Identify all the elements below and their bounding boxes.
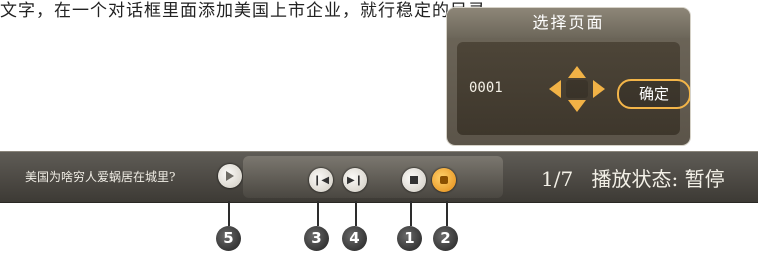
callout-line-1 bbox=[410, 201, 412, 226]
status-label: 播放状态: bbox=[591, 167, 679, 191]
navigate-button[interactable] bbox=[218, 164, 242, 188]
callout-1: 1 bbox=[397, 226, 422, 251]
playback-bar: 美国为啥穷人爱蜗居在城里? ❙◀ ▶❙ 1/7 播放状态: 暂停 bbox=[0, 151, 758, 203]
circle-arrow-icon bbox=[226, 171, 234, 181]
skip-forward-button[interactable]: ▶❙ bbox=[343, 168, 367, 192]
status-area: 1/7 播放状态: 暂停 bbox=[541, 163, 725, 192]
page-indicator: 1/7 bbox=[541, 167, 574, 191]
callout-line-3 bbox=[317, 201, 319, 226]
skip-forward-icon: ▶❙ bbox=[346, 174, 364, 186]
orange-page-icon bbox=[440, 176, 448, 184]
ticker-text: 美国为啥穷人爱蜗居在城里? bbox=[25, 170, 176, 184]
callout-4: 4 bbox=[342, 226, 367, 251]
direction-pad-center bbox=[566, 80, 588, 98]
callout-5: 5 bbox=[216, 226, 241, 251]
direction-pad[interactable] bbox=[549, 66, 605, 112]
callout-2: 2 bbox=[433, 226, 458, 251]
skip-back-button[interactable]: ❙◀ bbox=[309, 168, 333, 192]
confirm-button[interactable]: 确定 bbox=[617, 79, 690, 109]
arrow-down-icon[interactable] bbox=[568, 100, 586, 112]
dialog-body: 0001 确定 bbox=[457, 42, 690, 135]
arrow-up-icon[interactable] bbox=[568, 66, 586, 78]
callout-3: 3 bbox=[304, 226, 329, 251]
select-page-dialog: 选择页面 0001 确定 bbox=[447, 8, 690, 145]
status-value: 暂停 bbox=[684, 167, 725, 191]
stop-button[interactable] bbox=[402, 168, 426, 192]
stop-icon bbox=[410, 176, 418, 184]
page-number-value: 0001 bbox=[469, 80, 503, 96]
callout-line-5 bbox=[228, 201, 230, 226]
callout-line-2 bbox=[446, 201, 448, 226]
callout-line-4 bbox=[355, 201, 357, 226]
skip-back-icon: ❙◀ bbox=[312, 174, 330, 186]
control-panel: ❙◀ ▶❙ bbox=[243, 156, 503, 198]
dialog-title: 选择页面 bbox=[447, 8, 690, 38]
page-select-button[interactable] bbox=[432, 168, 456, 192]
arrow-right-icon[interactable] bbox=[593, 80, 605, 98]
arrow-left-icon[interactable] bbox=[549, 80, 561, 98]
